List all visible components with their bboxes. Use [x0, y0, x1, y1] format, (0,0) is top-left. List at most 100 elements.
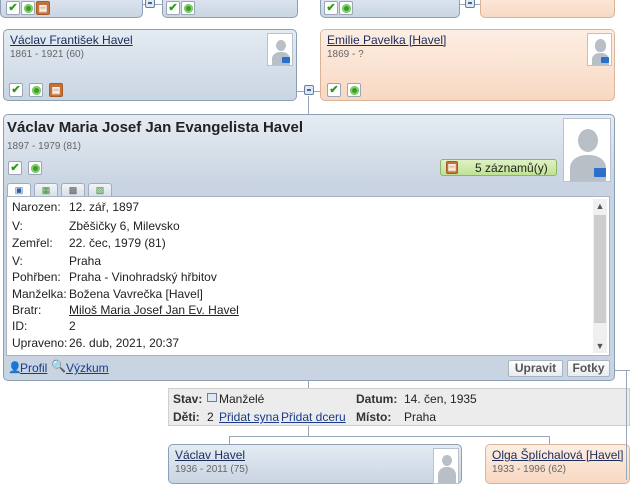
id-card-icon: ▣	[14, 185, 24, 195]
detail-key: ID:	[12, 319, 28, 333]
child-photo[interactable]	[433, 448, 459, 484]
child-dates: 1933 - 1996 (62)	[492, 464, 566, 475]
connector-line	[229, 436, 230, 444]
grandparent-card-2[interactable]: ✔	[162, 0, 298, 18]
marriage-icon[interactable]	[465, 0, 475, 8]
scroll-thumb[interactable]	[594, 215, 606, 323]
marriage-icon[interactable]	[145, 0, 155, 8]
detail-key: V:	[12, 219, 23, 233]
marriage-icon[interactable]	[304, 85, 314, 95]
check-icon[interactable]: ✔	[166, 1, 180, 15]
detail-key: Zemřel:	[12, 236, 53, 250]
check-icon[interactable]: ✔	[324, 1, 338, 15]
child-dates: 1936 - 2011 (75)	[175, 464, 249, 475]
place-value: Praha	[404, 410, 437, 424]
check-icon[interactable]: ✔	[6, 1, 20, 15]
mother-name[interactable]: Emilie Pavelka [Havel]	[327, 33, 446, 47]
tab-profile[interactable]: ▣	[7, 183, 31, 197]
detail-value: Praha - Vinohradský hřbitov	[69, 270, 217, 284]
sibling-link[interactable]: Miloš Maria Josef Jan Ev. Havel	[69, 303, 239, 317]
detail-value: 26. dub, 2021, 20:37	[69, 336, 180, 350]
photos-button[interactable]: Fotky	[567, 360, 610, 377]
connector-line	[549, 436, 550, 444]
tab-media[interactable]: ▧	[88, 183, 112, 196]
document-icon: ▤	[446, 161, 458, 174]
grandparent-card-1[interactable]: ✔ ▤	[0, 0, 143, 18]
tab-family[interactable]: ▦	[34, 183, 58, 196]
check-icon[interactable]: ✔	[327, 83, 341, 97]
child-card-2[interactable]: Olga Šplíchalová [Havel] 1933 - 1996 (62…	[485, 444, 630, 484]
connector-line	[308, 96, 309, 114]
detail-scrollbar[interactable]: ▲ ▼	[593, 199, 607, 353]
status-label: Stav:	[173, 392, 203, 406]
add-son-link[interactable]: Přidat syna	[219, 410, 279, 424]
circle-icon[interactable]	[29, 83, 43, 97]
search-icon: 🔍	[51, 359, 66, 373]
circle-icon[interactable]	[21, 1, 35, 15]
father-dates: 1861 - 1921 (60)	[10, 49, 84, 60]
detail-value: 2	[69, 319, 76, 333]
edit-button[interactable]: Upravit	[508, 360, 563, 377]
children-count: 2	[207, 410, 214, 424]
connector-line	[308, 381, 309, 388]
camera-icon[interactable]	[282, 57, 290, 63]
circle-icon[interactable]	[339, 1, 353, 15]
place-label: Místo:	[356, 410, 392, 424]
family-icon: ▦	[41, 185, 51, 195]
image-icon: ▧	[95, 185, 105, 195]
detail-value: 12. zář, 1897	[69, 200, 140, 214]
circle-icon[interactable]	[28, 161, 42, 175]
detail-key: Upraveno:	[12, 336, 68, 350]
check-icon[interactable]: ✔	[9, 83, 23, 97]
records-badge[interactable]: ▤ 5 záznamů(y)	[440, 159, 557, 176]
father-card[interactable]: Václav František Havel 1861 - 1921 (60) …	[3, 29, 297, 101]
detail-panel: Narozen: 12. zář, 1897 V: Zběšičky 6, Mi…	[6, 196, 610, 356]
date-label: Datum:	[356, 392, 398, 406]
connector-line	[229, 436, 549, 437]
main-person-dates: 1897 - 1979 (81)	[7, 141, 81, 152]
grandparent-card-4[interactable]	[480, 0, 615, 18]
circle-icon[interactable]	[181, 1, 195, 15]
mother-photo[interactable]	[587, 33, 612, 66]
connector-line	[614, 370, 630, 371]
tree-icon: ▩	[68, 185, 78, 195]
connector-line	[308, 426, 309, 436]
detail-key: Manželka:	[12, 287, 67, 301]
detail-value: Praha	[69, 254, 102, 268]
main-person-name: Václav Maria Josef Jan Evangelista Havel	[7, 119, 303, 136]
detail-value: Zběšičky 6, Milevsko	[69, 219, 180, 233]
children-label: Děti:	[173, 410, 200, 424]
child-card-1[interactable]: Václav Havel 1936 - 2011 (75)	[168, 444, 462, 484]
check-icon[interactable]: ✔	[8, 161, 22, 175]
child-name[interactable]: Olga Šplíchalová [Havel]	[492, 448, 623, 462]
detail-key: Bratr:	[12, 303, 42, 317]
camera-icon[interactable]	[594, 168, 606, 177]
child-name[interactable]: Václav Havel	[175, 448, 245, 462]
detail-key: V:	[12, 254, 23, 268]
family-info-bar: Stav: Manželé Datum: 14. čen, 1935 Děti:…	[168, 388, 630, 426]
document-icon[interactable]: ▤	[36, 1, 50, 15]
camera-icon[interactable]	[601, 57, 609, 63]
detail-value: Božena Vavrečka [Havel]	[69, 287, 203, 301]
document-icon[interactable]: ▤	[49, 83, 63, 97]
tab-tree[interactable]: ▩	[61, 183, 85, 196]
detail-key: Pohřben:	[12, 270, 61, 284]
status-value: Manželé	[219, 392, 265, 406]
date-value: 14. čen, 1935	[404, 392, 477, 406]
profile-link[interactable]: Profil	[20, 361, 47, 375]
scroll-down-icon[interactable]: ▼	[593, 339, 607, 353]
detail-key: Narozen:	[12, 200, 61, 214]
father-photo[interactable]	[267, 33, 293, 66]
detail-value: 22. čec, 1979 (81)	[69, 236, 166, 250]
research-link[interactable]: Výzkum	[66, 361, 109, 375]
father-name[interactable]: Václav František Havel	[10, 33, 133, 47]
main-person-photo[interactable]	[563, 118, 611, 182]
marriage-icon	[207, 393, 217, 402]
grandparent-card-3[interactable]: ✔	[320, 0, 460, 18]
circle-icon[interactable]	[347, 83, 361, 97]
scroll-up-icon[interactable]: ▲	[593, 199, 607, 213]
mother-dates: 1869 - ?	[327, 49, 364, 60]
records-count: 5 záznamů(y)	[475, 161, 548, 175]
add-daughter-link[interactable]: Přidat dceru	[281, 410, 346, 424]
mother-card[interactable]: Emilie Pavelka [Havel] 1869 - ? ✔	[320, 29, 615, 101]
